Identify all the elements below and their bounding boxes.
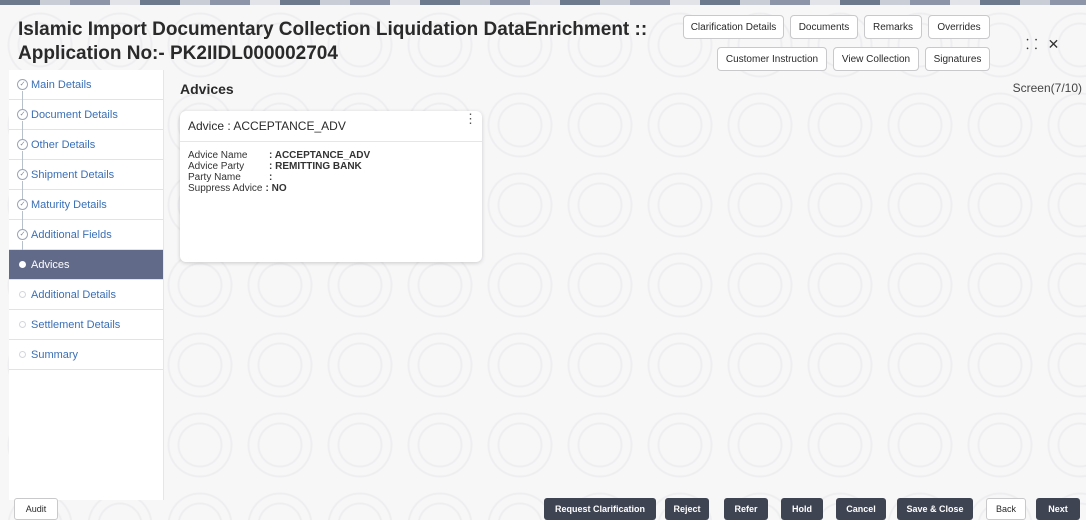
- check-circle-icon: ✓: [17, 168, 28, 180]
- main-content: Advices Screen(7/10) Advice : ACCEPTANCE…: [170, 70, 1086, 500]
- advice-row-value: : NO: [265, 183, 287, 194]
- advice-card: Advice : ACCEPTANCE_ADV ⋮ Advice Name : …: [180, 111, 482, 262]
- advice-row-key: Advice Party: [188, 161, 245, 172]
- sidebar-item-advices[interactable]: Advices: [9, 250, 163, 280]
- back-button[interactable]: Back: [986, 498, 1026, 520]
- pending-step-dot-icon: [19, 350, 26, 358]
- check-circle-icon: ✓: [17, 138, 28, 150]
- step-connector: [22, 190, 23, 199]
- check-circle-icon: ✓: [17, 78, 28, 90]
- remarks-button[interactable]: Remarks: [864, 15, 922, 39]
- advice-row: Advice Name : ACCEPTANCE_ADV: [188, 150, 474, 161]
- documents-button[interactable]: Documents: [790, 15, 858, 39]
- close-icon[interactable]: ✕: [1048, 36, 1060, 53]
- next-button[interactable]: Next: [1036, 498, 1080, 520]
- audit-button[interactable]: Audit: [14, 498, 58, 520]
- sidebar-item-label: Shipment Details: [31, 168, 115, 181]
- page-title-line1: Islamic Import Documentary Collection Li…: [18, 19, 648, 40]
- sidebar-item-maturity-details[interactable]: ✓ Maturity Details: [9, 190, 163, 221]
- sidebar-item-label: Main Details: [31, 78, 92, 91]
- check-circle-icon: ✓: [17, 228, 28, 240]
- sidebar-item-label: Summary: [31, 348, 79, 361]
- advice-row-value: : ACCEPTANCE_ADV: [269, 150, 371, 161]
- sidebar-item-main-details[interactable]: ✓ Main Details: [9, 70, 163, 101]
- overrides-button[interactable]: Overrides: [928, 15, 990, 39]
- sidebar-item-other-details[interactable]: ✓ Other Details: [9, 130, 163, 161]
- advice-card-body: Advice Name : ACCEPTANCE_ADV Advice Part…: [180, 142, 482, 202]
- advice-row: Party Name :: [188, 172, 474, 183]
- sidebar-item-label: Settlement Details: [31, 318, 121, 331]
- customer-instruction-button[interactable]: Customer Instruction: [717, 47, 827, 71]
- sidebar-item-label: Maturity Details: [31, 198, 107, 211]
- signatures-button[interactable]: Signatures: [925, 47, 990, 71]
- section-title: Advices: [180, 81, 234, 97]
- sidebar-item-document-details[interactable]: ✓ Document Details: [9, 100, 163, 131]
- check-circle-icon: ✓: [17, 108, 28, 120]
- page-title-line2: Application No:- PK2IIDL000002704: [18, 43, 338, 64]
- pending-step-dot-icon: [19, 290, 26, 298]
- step-connector: [22, 160, 23, 169]
- advice-row-key: Party Name: [188, 172, 241, 183]
- sidebar-item-summary[interactable]: Summary: [9, 340, 163, 370]
- advice-row-value: : REMITTING BANK: [269, 161, 362, 172]
- view-collection-button[interactable]: View Collection: [833, 47, 919, 71]
- request-clarification-button[interactable]: Request Clarification: [544, 498, 656, 520]
- screen-indicator: Screen(7/10): [1012, 81, 1082, 95]
- step-connector: [22, 100, 23, 109]
- sidebar-item-label: Advices: [31, 258, 70, 271]
- sidebar-item-label: Other Details: [31, 138, 96, 151]
- sidebar-item-additional-fields[interactable]: ✓ Additional Fields: [9, 220, 163, 251]
- advice-row: Advice Party : REMITTING BANK: [188, 161, 474, 172]
- advice-card-header: Advice : ACCEPTANCE_ADV: [180, 111, 482, 142]
- resize-icon[interactable]: ⸬: [1026, 35, 1038, 54]
- clarification-details-button[interactable]: Clarification Details: [683, 15, 784, 39]
- step-connector: [22, 130, 23, 139]
- cancel-button[interactable]: Cancel: [836, 498, 886, 520]
- save-close-button[interactable]: Save & Close: [897, 498, 973, 520]
- advice-card-title: Advice : ACCEPTANCE_ADV: [188, 119, 346, 133]
- advice-row-key: Advice Name: [188, 150, 248, 161]
- kebab-menu-icon[interactable]: ⋮: [464, 112, 477, 125]
- window-controls: ⸬ ✕: [1026, 35, 1059, 54]
- advice-row: Suppress Advice : NO: [188, 183, 474, 194]
- current-step-dot-icon: [19, 260, 26, 268]
- pending-step-dot-icon: [19, 320, 26, 328]
- refer-button[interactable]: Refer: [724, 498, 768, 520]
- sidebar-item-label: Additional Fields: [31, 228, 112, 241]
- sidebar-item-label: Document Details: [31, 108, 118, 121]
- advice-row-key: Suppress Advice: [188, 183, 263, 194]
- footer-toolbar: Audit Request Clarification Reject Refer…: [0, 498, 1086, 520]
- reject-button[interactable]: Reject: [665, 498, 709, 520]
- page-title: Islamic Import Documentary Collection Li…: [18, 18, 678, 66]
- header: Islamic Import Documentary Collection Li…: [0, 5, 1086, 71]
- step-connector: [22, 220, 23, 229]
- hold-button[interactable]: Hold: [781, 498, 823, 520]
- check-circle-icon: ✓: [17, 198, 28, 210]
- sidebar-nav: ✓ Main Details ✓ Document Details ✓ Othe…: [9, 70, 164, 500]
- sidebar-item-label: Additional Details: [31, 288, 116, 301]
- sidebar-item-settlement-details[interactable]: Settlement Details: [9, 310, 163, 340]
- advice-row-value: :: [269, 172, 273, 183]
- sidebar-item-additional-details[interactable]: Additional Details: [9, 280, 163, 310]
- sidebar-item-shipment-details[interactable]: ✓ Shipment Details: [9, 160, 163, 191]
